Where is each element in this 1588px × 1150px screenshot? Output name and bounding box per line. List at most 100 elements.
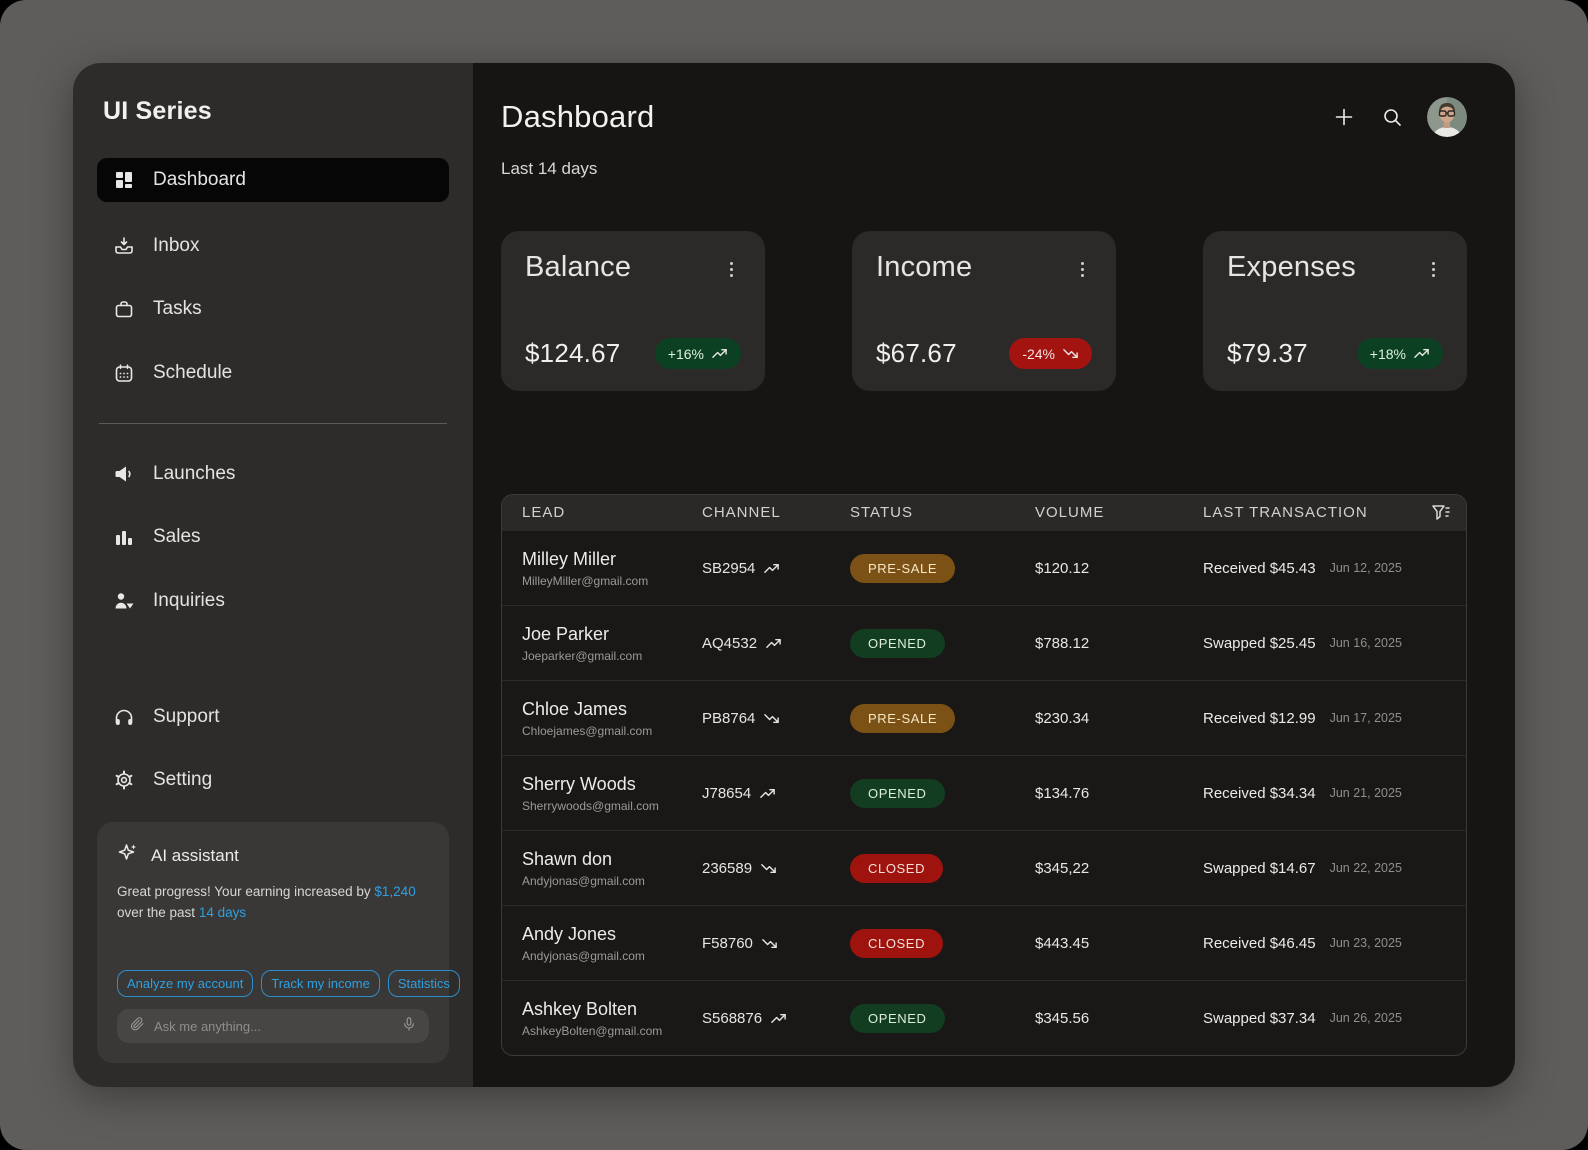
table-row[interactable]: Andy JonesAndyjonas@gmail.com F58760 CLO… xyxy=(502,905,1466,980)
paperclip-icon[interactable] xyxy=(129,1016,145,1037)
income-card: Income $67.67 -24% xyxy=(852,231,1116,391)
channel-cell: J78654 xyxy=(702,785,850,802)
channel-code: F58760 xyxy=(702,935,753,952)
channel-cell: SB2954 xyxy=(702,560,850,577)
transaction-date: Jun 22, 2025 xyxy=(1330,861,1402,875)
sidebar-item-support[interactable]: Support xyxy=(97,695,449,739)
sidebar-item-tasks[interactable]: Tasks xyxy=(97,287,449,331)
channel-cell: PB8764 xyxy=(702,710,850,727)
sidebar-item-schedule[interactable]: Schedule xyxy=(97,351,449,395)
earning-amount: $1,240 xyxy=(374,884,415,899)
sidebar-item-inbox[interactable]: Inbox xyxy=(97,224,449,268)
table-row[interactable]: Shawn don Andyjonas@gmail.com 236589 CLOS… xyxy=(502,830,1466,905)
lead-name: Andy Jones xyxy=(522,924,702,945)
search-button[interactable] xyxy=(1379,104,1405,130)
sidebar-item-launches[interactable]: Launches xyxy=(97,452,449,496)
trend-icon xyxy=(759,785,776,802)
trend-icon xyxy=(1413,345,1430,362)
ai-input-placeholder: Ask me anything... xyxy=(154,1019,392,1034)
lead-email: Sherrywoods@gmail.com xyxy=(522,799,702,813)
last-transaction: Swapped $25.45 xyxy=(1203,635,1316,652)
last-transaction: Swapped $37.34 xyxy=(1203,1010,1316,1027)
ai-assistant-message: Great progress! Your earning increased b… xyxy=(117,882,429,924)
lead-name: Shawn don xyxy=(522,849,702,870)
sidebar-item-label: Support xyxy=(153,706,220,728)
add-button[interactable] xyxy=(1331,104,1357,130)
column-header-last-transaction: LAST TRANSACTION xyxy=(1203,504,1412,521)
trend-icon xyxy=(711,345,728,362)
leads-table: LEAD CHANNEL STATUS VOLUME LAST TRANSACT… xyxy=(501,494,1467,1056)
bar-chart-icon xyxy=(113,526,135,548)
sparkle-icon xyxy=(117,842,139,869)
last-transaction: Received $34.34 xyxy=(1203,785,1316,802)
chip-analyze-account[interactable]: Analyze my account xyxy=(117,970,253,997)
sidebar-item-label: Inbox xyxy=(153,235,199,257)
ai-input[interactable]: Ask me anything... xyxy=(117,1009,429,1043)
channel-cell: 236589 xyxy=(702,860,850,877)
last-transaction: Received $45.43 xyxy=(1203,560,1316,577)
gear-icon xyxy=(113,769,135,791)
table-row[interactable]: Sherry WoodsSherrywoods@gmail.com J78654… xyxy=(502,755,1466,830)
sidebar-item-dashboard[interactable]: Dashboard xyxy=(97,158,449,202)
transaction-date: Jun 12, 2025 xyxy=(1330,561,1402,575)
trend-icon xyxy=(770,1010,787,1027)
trend-icon xyxy=(763,710,780,727)
table-row[interactable]: Chloe JamesChloejames@gmail.com PB8764 P… xyxy=(502,680,1466,755)
card-value: $67.67 xyxy=(876,338,957,369)
channel-code: J78654 xyxy=(702,785,751,802)
chip-statistics[interactable]: Statistics xyxy=(388,970,460,997)
status-badge: OPENED xyxy=(850,629,945,658)
table-header: LEAD CHANNEL STATUS VOLUME LAST TRANSACT… xyxy=(502,495,1466,530)
sidebar-item-inquiries[interactable]: Inquiries xyxy=(97,579,449,623)
lead-name: Joe Parker xyxy=(522,624,702,645)
date-range-label: Last 14 days xyxy=(501,159,1467,179)
volume: $345,22 xyxy=(1035,860,1203,877)
briefcase-icon xyxy=(113,298,135,320)
channel-code: PB8764 xyxy=(702,710,755,727)
lead-name: Chloe James xyxy=(522,699,702,720)
kebab-menu-icon[interactable] xyxy=(1072,257,1092,281)
app-logo: UI Series xyxy=(97,97,449,126)
kebab-menu-icon[interactable] xyxy=(721,257,741,281)
sidebar-item-label: Dashboard xyxy=(153,169,246,191)
volume: $788.12 xyxy=(1035,635,1203,652)
sidebar-item-setting[interactable]: Setting xyxy=(97,759,449,803)
channel-cell: F58760 xyxy=(702,935,850,952)
balance-card: Balance $124.67 +16% xyxy=(501,231,765,391)
channel-code: SB2954 xyxy=(702,560,755,577)
sidebar-item-sales[interactable]: Sales xyxy=(97,515,449,559)
card-title: Balance xyxy=(525,251,631,284)
channel-code: S568876 xyxy=(702,1010,762,1027)
sidebar-item-label: Inquiries xyxy=(153,590,225,612)
headphones-icon xyxy=(113,706,135,728)
table-row[interactable]: Ashkey BoltenAshkeyBolten@gmail.com S568… xyxy=(502,980,1466,1055)
card-title: Expenses xyxy=(1227,251,1356,284)
volume: $120.12 xyxy=(1035,560,1203,577)
lead-email: Andyjonas@gmail.com xyxy=(522,874,702,888)
status-badge: PRE-SALE xyxy=(850,554,955,583)
sidebar-item-label: Sales xyxy=(153,526,201,548)
status-badge: OPENED xyxy=(850,1004,945,1033)
lead-email: Andyjonas@gmail.com xyxy=(522,949,702,963)
kebab-menu-icon[interactable] xyxy=(1423,257,1443,281)
table-row[interactable]: Joe ParkerJoeparker@gmail.com AQ4532 OPE… xyxy=(502,605,1466,680)
last-transaction: Received $12.99 xyxy=(1203,710,1316,727)
change-badge: -24% xyxy=(1009,338,1092,369)
sidebar-item-label: Setting xyxy=(153,769,212,791)
trend-icon xyxy=(763,560,780,577)
transaction-date: Jun 21, 2025 xyxy=(1330,786,1402,800)
status-badge: CLOSED xyxy=(850,854,943,883)
trend-icon xyxy=(761,935,778,952)
filter-icon[interactable] xyxy=(1428,501,1452,525)
table-row[interactable]: Milley MillerMilleyMiller@gmail.com SB29… xyxy=(502,530,1466,605)
microphone-icon[interactable] xyxy=(401,1016,417,1037)
chip-track-income[interactable]: Track my income xyxy=(261,970,379,997)
card-value: $124.67 xyxy=(525,338,620,369)
lead-email: MilleyMiller@gmail.com xyxy=(522,574,702,588)
sidebar-divider xyxy=(99,423,447,424)
avatar[interactable] xyxy=(1427,97,1467,137)
status-badge: PRE-SALE xyxy=(850,704,955,733)
column-header-lead: LEAD xyxy=(522,504,702,521)
column-header-status: STATUS xyxy=(850,504,1035,521)
lead-name: Ashkey Bolten xyxy=(522,999,702,1020)
